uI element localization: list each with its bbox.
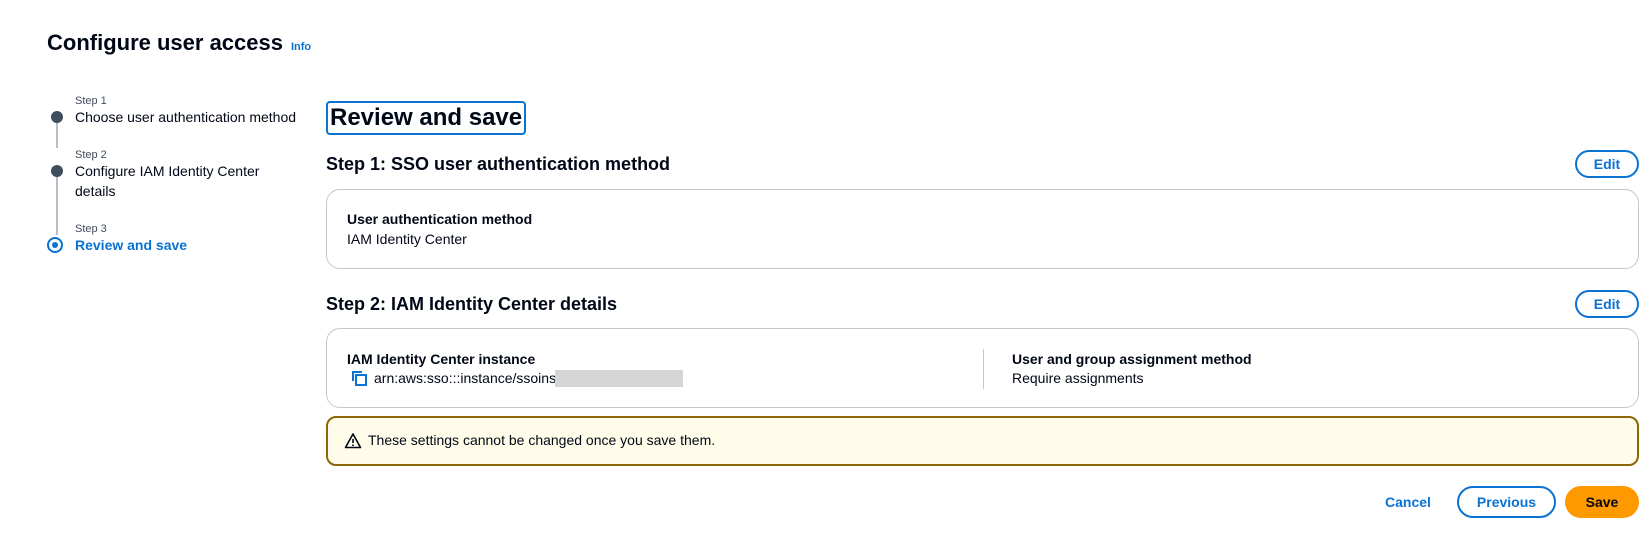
section2-card: IAM Identity Center instance arn:aws:sso…	[326, 328, 1639, 408]
field-value: Require assignments	[1012, 370, 1144, 386]
step-number: Step 3	[75, 223, 107, 235]
warning-icon	[344, 432, 362, 450]
cancel-button[interactable]: Cancel	[1385, 494, 1431, 510]
copy-icon[interactable]	[350, 369, 368, 387]
field-label: User and group assignment method	[1012, 351, 1252, 367]
edit-step1-button[interactable]: Edit	[1575, 150, 1639, 178]
alert-text: These settings cannot be changed once yo…	[368, 432, 716, 448]
review-title: Review and save	[326, 101, 527, 135]
step-complete-dot	[51, 111, 63, 123]
edit-step2-button[interactable]: Edit	[1575, 290, 1639, 318]
section2-heading: Step 2: IAM Identity Center details	[326, 294, 618, 314]
step-complete-dot	[51, 165, 63, 177]
section1-heading: Step 1: SSO user authentication method	[326, 154, 671, 174]
step-label[interactable]: Choose user authentication method	[75, 107, 305, 127]
step-connector-line	[56, 168, 58, 235]
page-title: Configure user access Info	[47, 30, 311, 56]
field-value: IAM Identity Center	[347, 231, 467, 247]
main-content: Review and save Step 1: SSO user authent…	[326, 0, 1641, 538]
section1-card: User authentication method IAM Identity …	[326, 189, 1639, 269]
step-number: Step 2	[75, 149, 107, 161]
page-title-text: Configure user access	[47, 30, 283, 55]
field-label: User authentication method	[347, 211, 533, 227]
step-label-active: Review and save	[75, 237, 188, 253]
redacted-block	[555, 370, 683, 387]
step-number: Step 1	[75, 95, 107, 107]
info-link[interactable]: Info	[291, 41, 311, 53]
step-active-dot	[47, 237, 63, 253]
column-divider	[983, 349, 984, 389]
step-label[interactable]: Configure IAM Identity Center details	[75, 161, 275, 201]
warning-alert: These settings cannot be changed once yo…	[326, 416, 1639, 466]
save-button[interactable]: Save	[1565, 486, 1639, 518]
previous-button[interactable]: Previous	[1457, 486, 1556, 518]
field-label: IAM Identity Center instance	[347, 351, 536, 367]
instance-arn-value: arn:aws:sso:::instance/ssoins-	[374, 370, 561, 386]
